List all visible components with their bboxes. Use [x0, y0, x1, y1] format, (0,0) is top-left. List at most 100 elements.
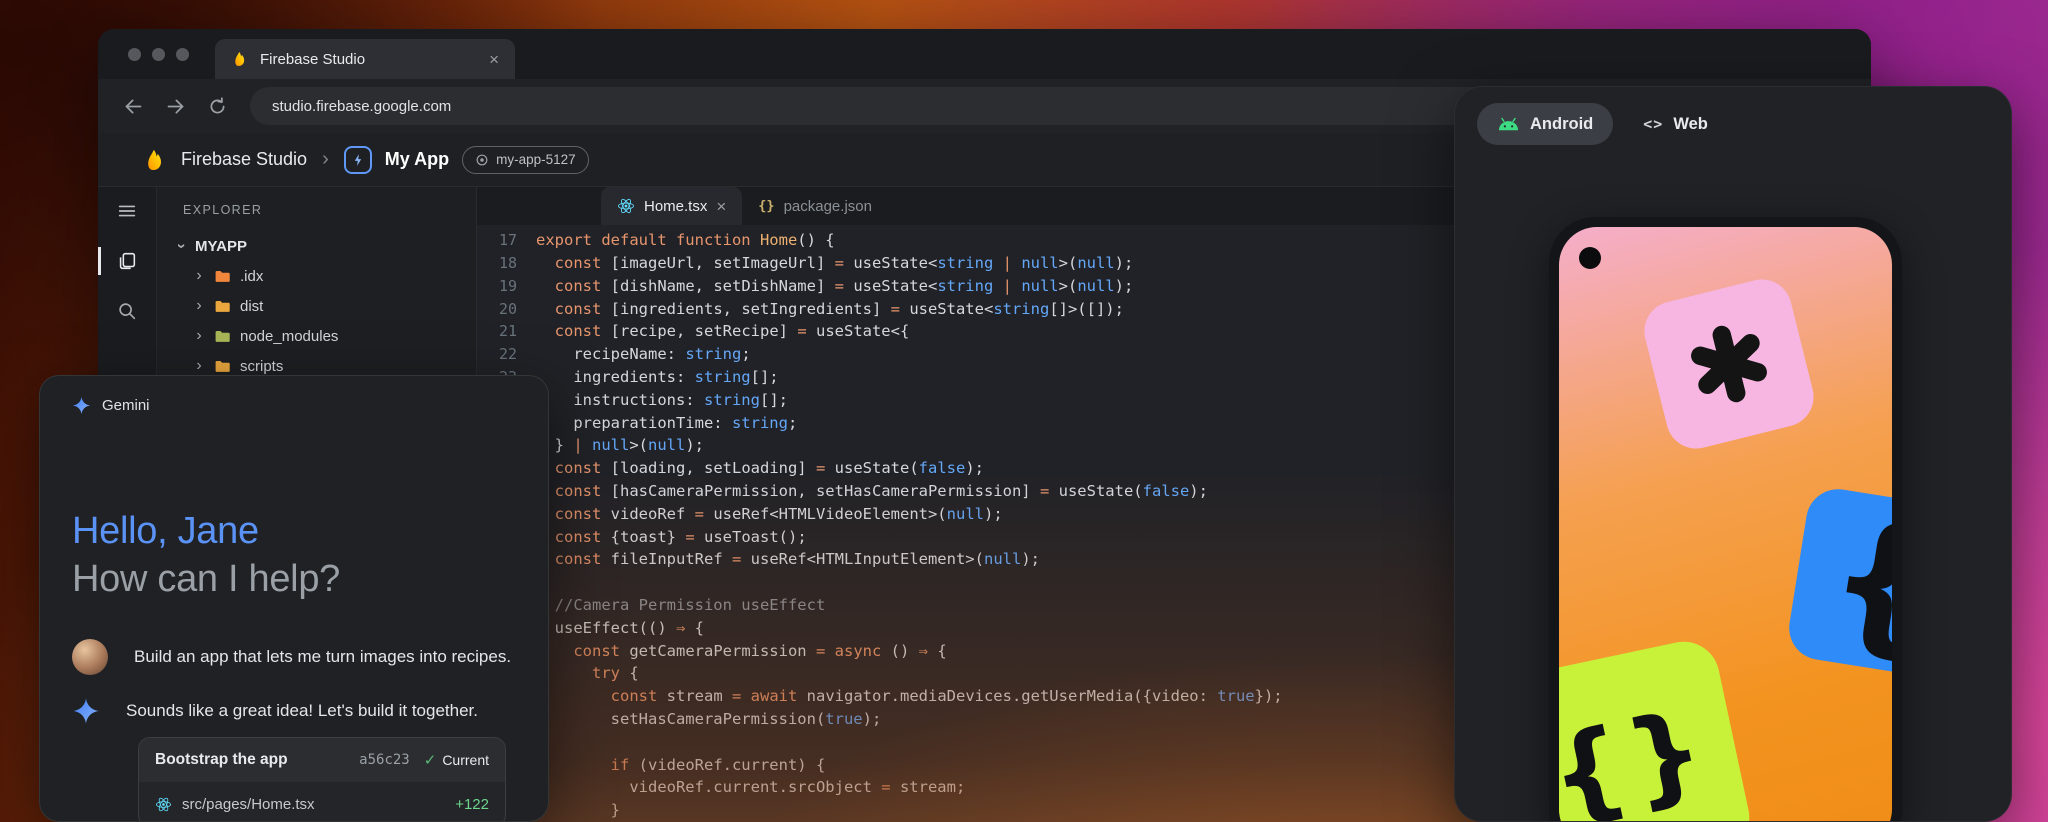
tree-item-dist[interactable]: › dist — [157, 291, 476, 321]
status-badge: Current — [442, 752, 489, 768]
gemini-star-icon — [72, 396, 91, 415]
android-phone-mockup: { {} — [1549, 217, 1902, 822]
brace-tile: { — [1785, 485, 1892, 682]
files-icon — [116, 250, 138, 272]
file-tree: › MYAPP › .idx › dist › node_modules › scripts — [157, 231, 476, 381]
react-icon — [617, 197, 635, 215]
code-brackets-icon: <> — [1643, 115, 1663, 133]
tab-close-icon[interactable]: × — [716, 198, 726, 215]
product-name[interactable]: Firebase Studio — [181, 149, 307, 170]
camera-punch-hole — [1579, 247, 1601, 269]
chevron-down-icon: › — [172, 240, 190, 252]
folder-icon — [214, 268, 231, 285]
tree-root-label: MYAPP — [195, 238, 247, 255]
chevron-right-icon: › — [193, 297, 205, 315]
tree-item-idx[interactable]: › .idx — [157, 261, 476, 291]
line-number: 19 — [477, 275, 517, 298]
line-number: 18 — [477, 252, 517, 275]
tab-close-icon[interactable]: × — [489, 51, 499, 68]
folder-icon — [214, 358, 231, 375]
json-braces-icon: {} — [758, 198, 774, 214]
gemini-star-icon — [72, 697, 100, 725]
bolt-icon — [351, 153, 365, 167]
device-preview-panel: Android <> Web — [1454, 86, 2012, 822]
file-path: src/pages/Home.tsx — [182, 796, 445, 813]
changed-file-row[interactable]: src/pages/Home.tsx +122 — [139, 782, 505, 822]
chevron-right-icon: › — [193, 327, 205, 345]
gemini-panel: Gemini Hello, Jane How can I help? Build… — [39, 375, 549, 822]
tree-item-label: dist — [240, 298, 263, 315]
breadcrumb-separator: › — [322, 148, 329, 171]
search-view-button[interactable] — [98, 289, 156, 333]
bracket-tile: {} — [1559, 635, 1756, 822]
gemini-header: Gemini — [40, 376, 548, 415]
line-number: 20 — [477, 298, 517, 321]
user-message-text: Build an app that lets me turn images in… — [134, 647, 511, 667]
tree-item-label: scripts — [240, 358, 283, 375]
diff-added-count: +122 — [455, 796, 489, 813]
screenshot-stage: Firebase Studio × stu — [0, 0, 2048, 822]
tree-item-nodemodules[interactable]: › node_modules — [157, 321, 476, 351]
firebase-logo-icon — [231, 50, 249, 68]
window-control-dot[interactable] — [176, 48, 189, 61]
browser-titlebar: Firebase Studio × — [98, 29, 1871, 79]
tab-label: Home.tsx — [644, 198, 707, 215]
menu-button[interactable] — [98, 189, 156, 233]
window-control-dot[interactable] — [128, 48, 141, 61]
back-icon — [123, 96, 144, 117]
greeting-line-2: How can I help? — [72, 555, 516, 603]
user-avatar — [72, 639, 108, 675]
asterisk-tile — [1638, 273, 1820, 455]
toggle-android[interactable]: Android — [1477, 103, 1613, 145]
forward-icon — [165, 96, 186, 117]
react-icon — [155, 796, 172, 813]
bracket-glyph: {} — [1559, 686, 1718, 822]
explorer-view-button[interactable] — [98, 239, 156, 283]
brace-glyph: { — [1817, 489, 1892, 678]
tree-root-myapp[interactable]: › MYAPP — [157, 231, 476, 261]
browser-tab-title: Firebase Studio — [260, 51, 365, 68]
reload-button[interactable] — [198, 87, 236, 125]
reload-icon — [207, 96, 228, 117]
folder-icon — [214, 328, 231, 345]
forward-button[interactable] — [156, 87, 194, 125]
window-control-dot[interactable] — [152, 48, 165, 61]
task-title: Bootstrap the app — [155, 751, 359, 769]
assistant-message-row: Sounds like a great idea! Let's build it… — [40, 697, 548, 725]
hamburger-icon — [116, 200, 138, 222]
window-controls[interactable] — [128, 48, 189, 61]
tab-package-json[interactable]: {} package.json — [742, 187, 888, 225]
app-id-icon — [475, 153, 489, 167]
toggle-web[interactable]: <> Web — [1623, 103, 1728, 145]
toggle-label: Web — [1673, 115, 1708, 134]
line-number: 22 — [477, 343, 517, 366]
browser-tab[interactable]: Firebase Studio × — [215, 39, 515, 79]
search-icon — [116, 300, 138, 322]
toggle-label: Android — [1530, 115, 1593, 134]
tab-home-tsx[interactable]: Home.tsx × — [601, 187, 742, 225]
android-icon — [1497, 117, 1520, 132]
url-text: studio.firebase.google.com — [272, 98, 451, 115]
line-number: 17 — [477, 229, 517, 252]
phone-screen: { {} — [1559, 227, 1892, 822]
assistant-message-text: Sounds like a great idea! Let's build it… — [126, 701, 478, 721]
bootstrap-task-card[interactable]: Bootstrap the app a56c23 ✓ Current src/p… — [138, 737, 506, 822]
check-icon: ✓ — [424, 751, 437, 769]
tree-item-label: node_modules — [240, 328, 338, 345]
app-name[interactable]: My App — [385, 149, 449, 170]
chevron-right-icon: › — [193, 357, 205, 375]
app-icon — [344, 146, 372, 174]
line-number: 21 — [477, 320, 517, 343]
app-id-badge[interactable]: my-app-5127 — [462, 146, 589, 174]
app-id-text: my-app-5127 — [496, 152, 576, 167]
platform-toggles: Android <> Web — [1455, 87, 2011, 145]
back-button[interactable] — [114, 87, 152, 125]
firebase-logo-icon — [142, 147, 168, 173]
chevron-right-icon: › — [193, 267, 205, 285]
gemini-title: Gemini — [102, 397, 150, 414]
gemini-greeting: Hello, Jane How can I help? — [40, 415, 548, 603]
tree-item-label: .idx — [240, 268, 263, 285]
user-message-row: Build an app that lets me turn images in… — [40, 639, 548, 675]
task-card-header[interactable]: Bootstrap the app a56c23 ✓ Current — [139, 738, 505, 782]
asterisk-icon — [1673, 308, 1785, 420]
